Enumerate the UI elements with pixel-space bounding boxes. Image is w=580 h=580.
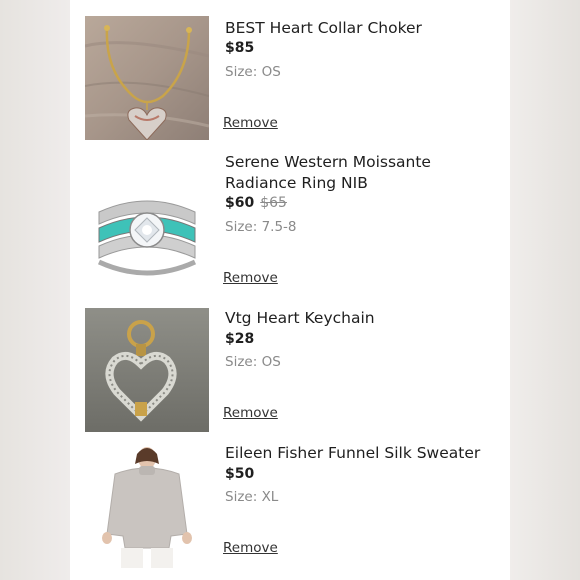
- size-label: Size:: [225, 489, 258, 505]
- item-price-row: $50: [225, 466, 254, 482]
- item-image[interactable]: [85, 444, 209, 568]
- item-price: $60: [225, 195, 255, 211]
- item-image[interactable]: [85, 16, 209, 140]
- item-size: Size: 7.5-8: [225, 219, 297, 235]
- item-title[interactable]: Vtg Heart Keychain: [225, 308, 505, 329]
- item-title[interactable]: Eileen Fisher Funnel Silk Sweater: [225, 443, 505, 464]
- item-size: Size: OS: [225, 354, 281, 370]
- item-title[interactable]: Serene Western Moissante Radiance Ring N…: [225, 152, 505, 194]
- item-price-row: $60 $65: [225, 195, 287, 211]
- item-image[interactable]: [85, 162, 209, 286]
- list-item: Eileen Fisher Funnel Silk Sweater $50 Si…: [70, 430, 510, 568]
- item-price: $28: [225, 331, 255, 347]
- item-price-row: $28: [225, 331, 254, 347]
- list-item: BEST Heart Collar Choker $85 Size: OS Re…: [70, 0, 510, 140]
- item-title[interactable]: BEST Heart Collar Choker: [225, 18, 505, 39]
- remove-button[interactable]: Remove: [223, 405, 278, 421]
- size-label: Size:: [225, 219, 258, 235]
- background-left: [0, 0, 70, 580]
- size-label: Size:: [225, 64, 258, 80]
- item-price: $85: [225, 40, 255, 56]
- item-size: Size: XL: [225, 489, 278, 505]
- item-original-price: $65: [260, 195, 287, 211]
- cart-list: BEST Heart Collar Choker $85 Size: OS Re…: [70, 0, 510, 580]
- size-value: 7.5-8: [261, 219, 297, 235]
- size-value: XL: [261, 489, 279, 505]
- remove-button[interactable]: Remove: [223, 540, 278, 556]
- size-value: OS: [261, 64, 281, 80]
- list-item: Serene Western Moissante Radiance Ring N…: [70, 140, 510, 286]
- remove-button[interactable]: Remove: [223, 115, 278, 131]
- item-image[interactable]: [85, 308, 209, 432]
- item-price: $50: [225, 466, 255, 482]
- item-size: Size: OS: [225, 64, 281, 80]
- remove-button[interactable]: Remove: [223, 270, 278, 286]
- background-right: [510, 0, 580, 580]
- size-label: Size:: [225, 354, 258, 370]
- item-price-row: $85: [225, 40, 254, 56]
- size-value: OS: [261, 354, 281, 370]
- list-item: Vtg Heart Keychain $28 Size: OS Remove: [70, 295, 510, 432]
